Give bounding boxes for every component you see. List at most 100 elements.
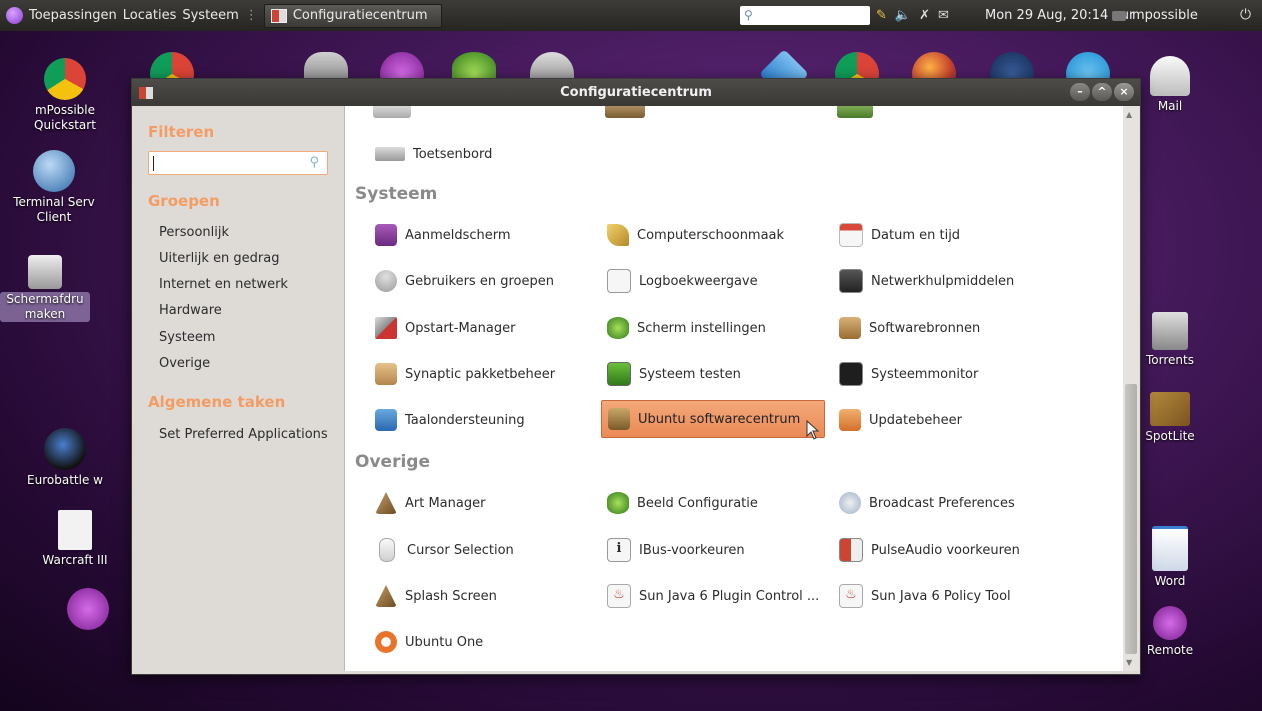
close-button[interactable]: × — [1114, 83, 1134, 101]
word-document-icon — [1152, 526, 1188, 571]
language-icon — [375, 409, 397, 431]
item-netwerkhulpmiddelen[interactable]: Netwerkhulpmiddelen — [833, 265, 1020, 297]
item-aanmeldscherm[interactable]: Aanmeldscherm — [369, 219, 517, 251]
eurobattle-icon — [44, 428, 86, 470]
scroll-down-arrow-icon[interactable]: ▼ — [1126, 658, 1132, 667]
item-label: Sun Java 6 Plugin Control ... — [639, 588, 820, 604]
panel-search-input[interactable]: ⚲ — [740, 6, 870, 25]
control-center-icon — [270, 8, 287, 23]
item-synaptic[interactable]: Synaptic pakketbeheer — [369, 358, 561, 390]
system-monitor-icon — [839, 362, 863, 386]
item-scherm-instellingen[interactable]: Scherm instellingen — [601, 312, 772, 344]
task-set-preferred-applications[interactable]: Set Preferred Applications — [159, 427, 328, 442]
item-beeld-configuratie[interactable]: Beeld Configuratie — [601, 487, 764, 519]
item-splash-screen[interactable]: Splash Screen — [369, 580, 503, 612]
item-datum-en-tijd[interactable]: Datum en tijd — [833, 219, 966, 251]
item-pulseaudio-voorkeuren[interactable]: PulseAudio voorkeuren — [833, 534, 1026, 566]
mail-icon[interactable]: ✉ — [938, 8, 949, 23]
item-systeemmonitor[interactable]: Systeemmonitor — [833, 358, 984, 390]
item-logboekweergave[interactable]: Logboekweergave — [601, 265, 764, 297]
chrome-icon — [44, 58, 86, 100]
desktop-icon-remote[interactable]: Remote — [1130, 606, 1210, 658]
sidebar-item-overige[interactable]: Overige — [159, 356, 210, 371]
scroll-up-arrow-icon[interactable]: ▲ — [1126, 110, 1132, 119]
user-menu[interactable]: mpossible — [1112, 8, 1198, 23]
menu-system[interactable]: Systeem — [182, 8, 238, 23]
desktop-icon-mail[interactable]: Mail — [1130, 56, 1210, 114]
item-label: Computerschoonmaak — [637, 227, 785, 243]
taskbar-button-configuratiecentrum[interactable]: Configuratiecentrum — [263, 3, 442, 28]
item-label: Cursor Selection — [407, 542, 514, 558]
mail-icon — [1150, 56, 1190, 96]
item-label: Opstart-Manager — [405, 320, 516, 336]
desktop-icon-mpossible-quickstart[interactable]: mPossible Quickstart — [20, 58, 110, 133]
camera-icon — [28, 255, 62, 289]
sidebar-item-persoonlijk[interactable]: Persoonlijk — [159, 225, 229, 240]
nvidia-icon — [607, 317, 629, 339]
broadcast-icon — [839, 492, 861, 514]
remote-icon — [1153, 606, 1187, 640]
item-label: Systeemmonitor — [871, 366, 979, 382]
item-ibus-voorkeuren[interactable]: i IBus-voorkeuren — [601, 534, 751, 566]
window-title: Configuratiecentrum — [560, 85, 712, 100]
item-opstart-manager[interactable]: Opstart-Manager — [369, 312, 521, 344]
desktop-icon-screenshot[interactable]: Schermafdru maken — [0, 255, 90, 322]
item-updatebeheer[interactable]: Updatebeheer — [833, 404, 968, 436]
media-player-icon — [67, 588, 109, 630]
maximize-button[interactable]: ^ — [1092, 83, 1112, 101]
nvidia-icon — [607, 492, 629, 514]
ubuntu-logo-icon[interactable] — [6, 7, 23, 24]
window-titlebar[interactable]: Configuratiecentrum – ^ × — [132, 79, 1140, 106]
desktop-icon-spotlite[interactable]: SpotLite — [1130, 392, 1210, 444]
item-ubuntu-softwarecentrum[interactable]: Ubuntu softwarecentrum — [601, 400, 825, 438]
item-cursor-selection[interactable]: Cursor Selection — [369, 534, 520, 566]
filter-input[interactable]: ⚲ — [148, 151, 328, 175]
partial-item-icon — [373, 106, 411, 118]
item-label: Toetsenbord — [413, 146, 493, 162]
minimize-button[interactable]: – — [1070, 83, 1090, 101]
item-computerschoonmaak[interactable]: Computerschoonmaak — [601, 219, 790, 251]
desktop-icon-terminal-server-client[interactable]: Terminal Serv Client — [9, 150, 99, 225]
desktop-icon-media[interactable] — [58, 588, 118, 633]
ubuntu-one-icon — [375, 631, 397, 653]
item-ubuntu-one[interactable]: Ubuntu One — [369, 626, 489, 658]
magnifier-icon — [607, 269, 631, 293]
item-softwarebronnen[interactable]: Softwarebronnen — [833, 312, 986, 344]
section-heading-overige: Overige — [355, 452, 430, 472]
search-icon: ⚲ — [744, 8, 753, 22]
tasks-heading: Algemene taken — [148, 393, 286, 411]
desktop-icon-label: Schermafdru maken — [0, 292, 90, 322]
content-scrollbar[interactable]: ▲ ▼ — [1123, 106, 1139, 671]
mouse-pointer-icon — [806, 420, 820, 440]
desktop-icon-label: Eurobattle w — [27, 473, 103, 487]
sidebar-item-systeem[interactable]: Systeem — [159, 330, 215, 345]
sidebar-item-uiterlijk[interactable]: Uiterlijk en gedrag — [159, 251, 280, 266]
desktop-icon-torrents[interactable]: Torrents — [1130, 312, 1210, 368]
cleaner-icon[interactable]: ✎ — [876, 8, 887, 23]
wrench-icon — [375, 317, 397, 339]
item-gebruikers-en-groepen[interactable]: Gebruikers en groepen — [369, 265, 560, 297]
login-screen-icon — [375, 224, 397, 246]
volume-icon[interactable]: 🔈 — [895, 8, 911, 23]
network-icon[interactable]: ✗ — [919, 8, 930, 23]
item-broadcast-preferences[interactable]: Broadcast Preferences — [833, 487, 1021, 519]
user-status-icon — [1112, 10, 1126, 21]
item-label: Synaptic pakketbeheer — [405, 366, 556, 382]
item-java-policy-tool[interactable]: ♨ Sun Java 6 Policy Tool — [833, 580, 1017, 612]
software-center-icon — [608, 408, 630, 430]
scrollbar-thumb[interactable] — [1125, 384, 1137, 654]
desktop-icon-warcraft[interactable]: Warcraft III — [10, 510, 140, 568]
item-label: Taalondersteuning — [405, 412, 525, 428]
item-java-plugin-control[interactable]: ♨ Sun Java 6 Plugin Control ... — [601, 580, 825, 612]
menu-places[interactable]: Locaties — [123, 8, 177, 23]
item-taalondersteuning[interactable]: Taalondersteuning — [369, 404, 531, 436]
sidebar-item-internet[interactable]: Internet en netwerk — [159, 277, 288, 292]
power-icon[interactable]: ⏻ — [1240, 7, 1251, 23]
sidebar-item-hardware[interactable]: Hardware — [159, 303, 222, 318]
desktop-icon-eurobattle[interactable]: Eurobattle w — [0, 428, 130, 488]
item-toetsenbord[interactable]: Toetsenbord — [369, 138, 498, 170]
item-systeem-testen[interactable]: Systeem testen — [601, 358, 747, 390]
item-art-manager[interactable]: Art Manager — [369, 487, 491, 519]
desktop-icon-word[interactable]: Word — [1130, 526, 1210, 589]
menu-applications[interactable]: Toepassingen — [29, 8, 117, 23]
